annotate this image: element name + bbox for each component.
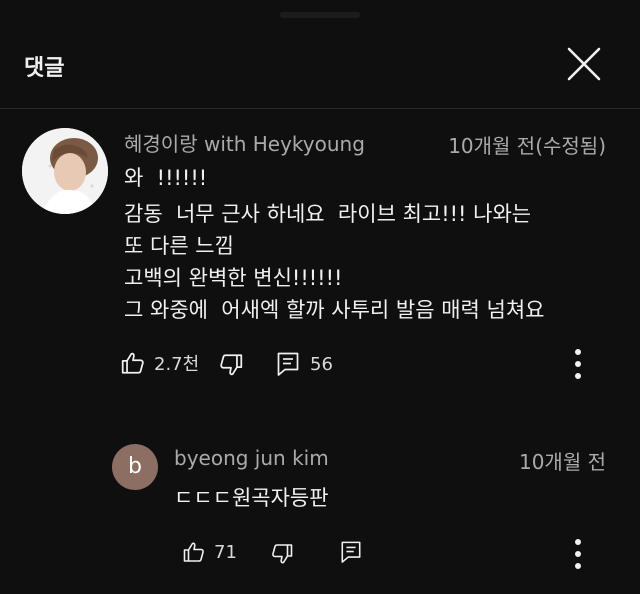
comment-text-line: 와 !!!!!! — [124, 166, 208, 190]
comment-text-line: 고백의 완벽한 변신!!!!!! — [124, 266, 343, 290]
dislike-button[interactable] — [218, 352, 244, 378]
reply-button[interactable]: 56 — [276, 351, 333, 377]
comment-icon — [277, 352, 299, 376]
comment-time: 10개월 전(수정됨) — [448, 134, 606, 158]
thumbs-up-icon — [183, 542, 204, 562]
reply-text: ㄷㄷㄷ원곡자등판 — [174, 486, 329, 510]
more-vert-icon — [575, 349, 581, 379]
thumbs-up-icon — [121, 352, 144, 374]
reply-time: 10개월 전 — [518, 450, 606, 474]
comments-panel: 댓글 혜경이랑 with Heykyoung 10개월 전(수정됨) 와 !!!… — [0, 0, 640, 594]
more-vert-icon — [575, 539, 581, 569]
like-count: 2.7천 — [154, 354, 200, 375]
avatar[interactable] — [22, 128, 108, 214]
comment-author[interactable]: 혜경이랑 with Heykyoung — [124, 128, 365, 157]
reply-more-options-button[interactable] — [566, 534, 590, 574]
comment-text-line: 그 와중에 어새엑 할까 사투리 발음 매력 넘쳐요 — [124, 298, 545, 322]
more-options-button[interactable] — [566, 344, 590, 384]
header-title: 댓글 — [24, 56, 65, 81]
reply-dislike-button[interactable] — [270, 542, 294, 566]
reply-avatar[interactable]: b — [112, 444, 158, 490]
close-button[interactable] — [564, 44, 604, 84]
comment-text-line: 감동 너무 근사 하네요 라이브 최고!!! 나와는 — [124, 202, 532, 226]
thumbs-down-icon — [272, 544, 293, 564]
comments-header: 댓글 — [0, 0, 640, 109]
like-button[interactable]: 2.7천 — [120, 350, 199, 376]
thumbs-down-icon — [220, 354, 243, 376]
comment-text-line: 또 다른 느낌 — [124, 234, 234, 258]
reply-like-button[interactable]: 71 — [182, 540, 237, 564]
reply-count: 56 — [310, 353, 333, 375]
reply-author[interactable]: byeong jun kim — [174, 446, 329, 470]
reply-like-count: 71 — [214, 541, 237, 563]
reply-reply-button[interactable] — [340, 540, 362, 564]
comment-icon — [341, 541, 361, 563]
close-icon — [567, 47, 601, 81]
